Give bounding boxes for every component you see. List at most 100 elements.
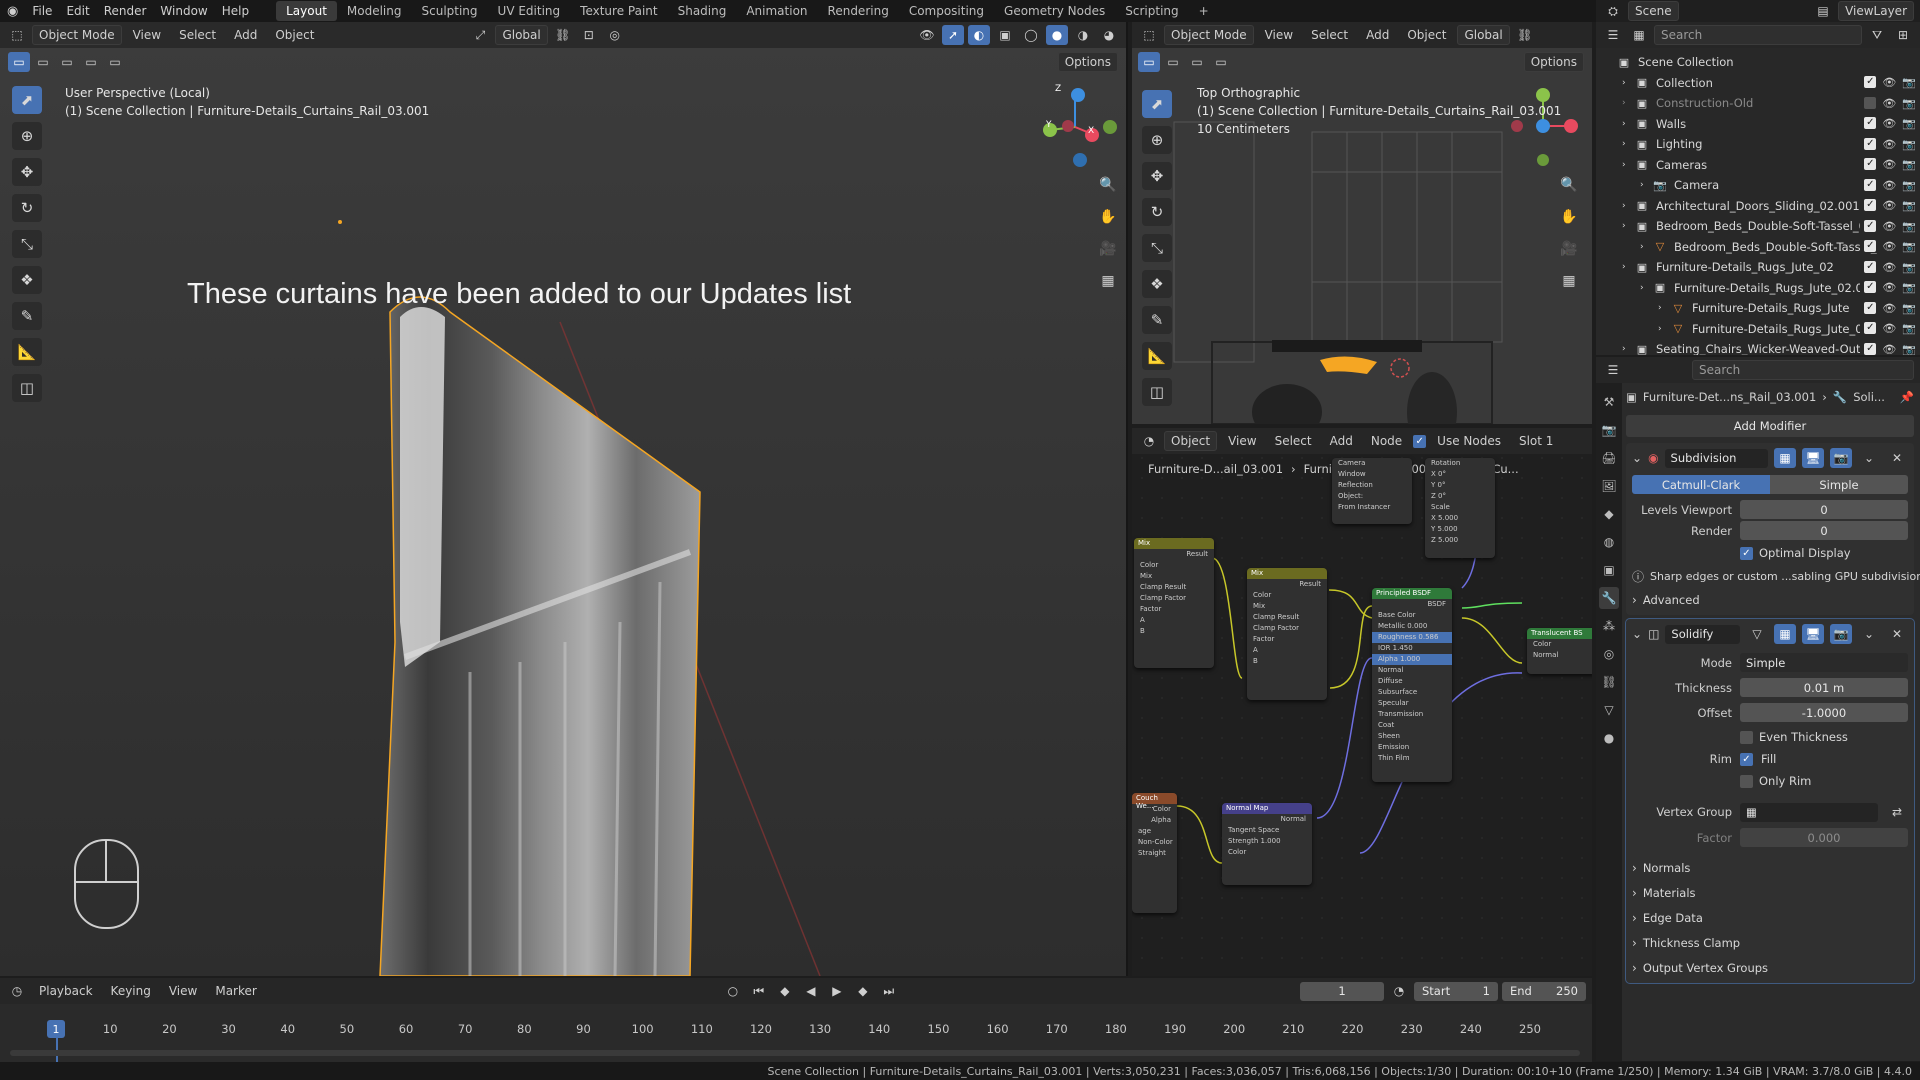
- exclude-checkbox[interactable]: ✓: [1864, 342, 1877, 355]
- outliner-item[interactable]: › ▣ Collection ✓ 👁 📷: [1596, 73, 1920, 94]
- fill-rim-checkbox[interactable]: ✓: [1740, 752, 1753, 766]
- eye-icon[interactable]: 👁: [1882, 220, 1896, 233]
- tab-animation[interactable]: Animation: [736, 1, 817, 21]
- camera-view-icon[interactable]: 🎥: [1095, 236, 1121, 262]
- render-tab-icon[interactable]: 📷: [1599, 419, 1619, 441]
- editmode-toggle-icon[interactable]: ▦: [1774, 448, 1796, 468]
- viewport-right[interactable]: ⬚ Object Mode View Select Add Object Glo…: [1132, 22, 1592, 424]
- output-tab-icon[interactable]: 🖨: [1599, 447, 1619, 469]
- camera-view-icon[interactable]: 🎥: [1556, 236, 1582, 262]
- timeline-scrollbar[interactable]: [10, 1050, 1580, 1056]
- expand-chevron-icon[interactable]: ›: [1632, 861, 1637, 875]
- subdivision-name-field[interactable]: Subdivision: [1664, 448, 1768, 468]
- navigation-gizmo[interactable]: [1043, 88, 1117, 167]
- eye-icon[interactable]: 👁: [1882, 261, 1896, 274]
- thickness-field[interactable]: 0.01 m: [1740, 678, 1908, 697]
- outliner-item[interactable]: › ▣ Walls ✓ 👁 📷: [1596, 114, 1920, 135]
- only-rim-checkbox[interactable]: [1740, 774, 1753, 788]
- scene-icon[interactable]: ⛭: [1602, 1, 1624, 21]
- annotate-tool-icon[interactable]: ✎: [1142, 306, 1172, 334]
- eye-icon[interactable]: 👁: [1882, 343, 1896, 355]
- dropdown-chevron-icon[interactable]: ⌄: [1858, 624, 1880, 644]
- render-toggle-icon[interactable]: 📷: [1830, 448, 1852, 468]
- exclude-checkbox[interactable]: ✓: [1864, 322, 1877, 335]
- add-cube-tool-icon[interactable]: ◫: [1142, 378, 1172, 406]
- view-layer-tab-icon[interactable]: 🖼: [1599, 475, 1619, 497]
- expand-arrow-icon[interactable]: ›: [1622, 201, 1634, 211]
- expand-arrow-icon[interactable]: ›: [1640, 283, 1652, 293]
- remove-modifier-icon[interactable]: ✕: [1886, 448, 1908, 468]
- expand-arrow-icon[interactable]: ›: [1622, 98, 1634, 108]
- mode-dropdown[interactable]: Simple: [1740, 653, 1908, 672]
- viewport-toggle-icon[interactable]: 🖥: [1802, 448, 1824, 468]
- expand-arrow-icon[interactable]: ›: [1658, 324, 1670, 334]
- measure-tool-icon[interactable]: 📐: [1142, 342, 1172, 370]
- transform-tool-icon[interactable]: ❖: [1142, 270, 1172, 298]
- tab-scripting[interactable]: Scripting: [1115, 1, 1188, 21]
- eye-icon[interactable]: 👁: [1882, 240, 1896, 253]
- properties-search-input[interactable]: Search: [1692, 360, 1914, 380]
- add-modifier-button[interactable]: Add Modifier: [1626, 415, 1914, 437]
- rotate-tool-icon[interactable]: ↻: [1142, 198, 1172, 226]
- outliner-item[interactable]: › ▣ Seating_Chairs_Wicker-Weaved-Outdo ✓ 👁 📷: [1596, 339, 1920, 355]
- render-camera-icon[interactable]: 📷: [1902, 220, 1916, 233]
- exclude-checkbox[interactable]: ✓: [1864, 76, 1877, 89]
- scale-tool-icon[interactable]: ⤡: [1142, 234, 1172, 262]
- particles-tab-icon[interactable]: ⁂: [1599, 615, 1619, 637]
- outliner-item[interactable]: › ▽ Furniture-Details_Rugs_Jute_02. ✓ 👁 📷: [1596, 319, 1920, 340]
- exclude-checkbox[interactable]: ✓: [1864, 301, 1877, 314]
- eye-icon[interactable]: 👁: [1882, 322, 1896, 335]
- collapse-chevron-icon[interactable]: ⌄: [1632, 627, 1642, 641]
- outliner-item[interactable]: › 📷 Camera ✓ 👁 📷: [1596, 175, 1920, 196]
- menu-edit[interactable]: Edit: [59, 4, 96, 18]
- exclude-checkbox[interactable]: ✓: [1864, 199, 1877, 212]
- tab-sculpting[interactable]: Sculpting: [412, 1, 488, 21]
- normals-subpanel[interactable]: Normals: [1643, 861, 1691, 875]
- outliner-item[interactable]: ▣ Scene Collection: [1596, 52, 1920, 73]
- render-camera-icon[interactable]: 📷: [1902, 343, 1916, 355]
- expand-chevron-icon[interactable]: ›: [1632, 911, 1637, 925]
- physics-tab-icon[interactable]: ◎: [1599, 643, 1619, 665]
- expand-arrow-icon[interactable]: ›: [1622, 262, 1634, 272]
- tab-texture-paint[interactable]: Texture Paint: [570, 1, 667, 21]
- zoom-icon[interactable]: 🔍: [1095, 172, 1121, 198]
- outliner-item[interactable]: › ▣ Furniture-Details_Rugs_Jute_02.001 ✓ 👁 📷: [1596, 278, 1920, 299]
- render-camera-icon[interactable]: 📷: [1902, 261, 1916, 274]
- tab-compositing[interactable]: Compositing: [899, 1, 994, 21]
- outliner-item[interactable]: › ▣ Lighting ✓ 👁 📷: [1596, 134, 1920, 155]
- menu-help[interactable]: Help: [215, 4, 256, 18]
- render-camera-icon[interactable]: 📷: [1902, 76, 1916, 89]
- eye-icon[interactable]: 👁: [1882, 97, 1896, 110]
- render-levels-field[interactable]: 0: [1740, 521, 1908, 540]
- viewport-left[interactable]: ⬚ Object Mode View Select Add Object ⤢ G…: [0, 22, 1128, 976]
- eye-icon[interactable]: 👁: [1882, 158, 1896, 171]
- view-layer-icon[interactable]: ▤: [1812, 1, 1834, 21]
- modifier-tab-icon[interactable]: 🔧: [1599, 587, 1619, 609]
- solidify-name-field[interactable]: Solidify: [1665, 624, 1740, 644]
- render-camera-icon[interactable]: 📷: [1902, 240, 1916, 253]
- eye-icon[interactable]: 👁: [1882, 199, 1896, 212]
- render-camera-icon[interactable]: 📷: [1902, 179, 1916, 192]
- expand-chevron-icon[interactable]: ›: [1632, 593, 1637, 607]
- factor-field[interactable]: 0.000: [1740, 828, 1908, 847]
- exclude-checkbox[interactable]: [1864, 96, 1877, 109]
- pan-hand-icon[interactable]: ✋: [1095, 204, 1121, 230]
- texture-coordinate-node[interactable]: Camera Window Reflection Object: From In…: [1332, 458, 1412, 524]
- world-tab-icon[interactable]: ◍: [1599, 531, 1619, 553]
- ortho-toggle-icon[interactable]: ▦: [1556, 268, 1582, 294]
- eye-icon[interactable]: 👁: [1882, 179, 1896, 192]
- exclude-checkbox[interactable]: ✓: [1864, 240, 1877, 253]
- menu-render[interactable]: Render: [97, 4, 154, 18]
- levels-viewport-field[interactable]: 0: [1740, 500, 1908, 519]
- render-camera-icon[interactable]: 📷: [1902, 138, 1916, 151]
- invert-vertex-group-icon[interactable]: ⇄: [1886, 802, 1908, 822]
- data-tab-icon[interactable]: ▽: [1599, 699, 1619, 721]
- pin-icon[interactable]: 📌: [1900, 390, 1914, 404]
- expand-chevron-icon[interactable]: ›: [1632, 886, 1637, 900]
- object-tab-icon[interactable]: ▣: [1599, 559, 1619, 581]
- dropdown-chevron-icon[interactable]: ⌄: [1858, 448, 1880, 468]
- expand-arrow-icon[interactable]: ›: [1658, 303, 1670, 313]
- zoom-icon[interactable]: 🔍: [1556, 172, 1582, 198]
- render-camera-icon[interactable]: 📷: [1902, 199, 1916, 212]
- optimal-display-checkbox[interactable]: ✓: [1740, 546, 1753, 560]
